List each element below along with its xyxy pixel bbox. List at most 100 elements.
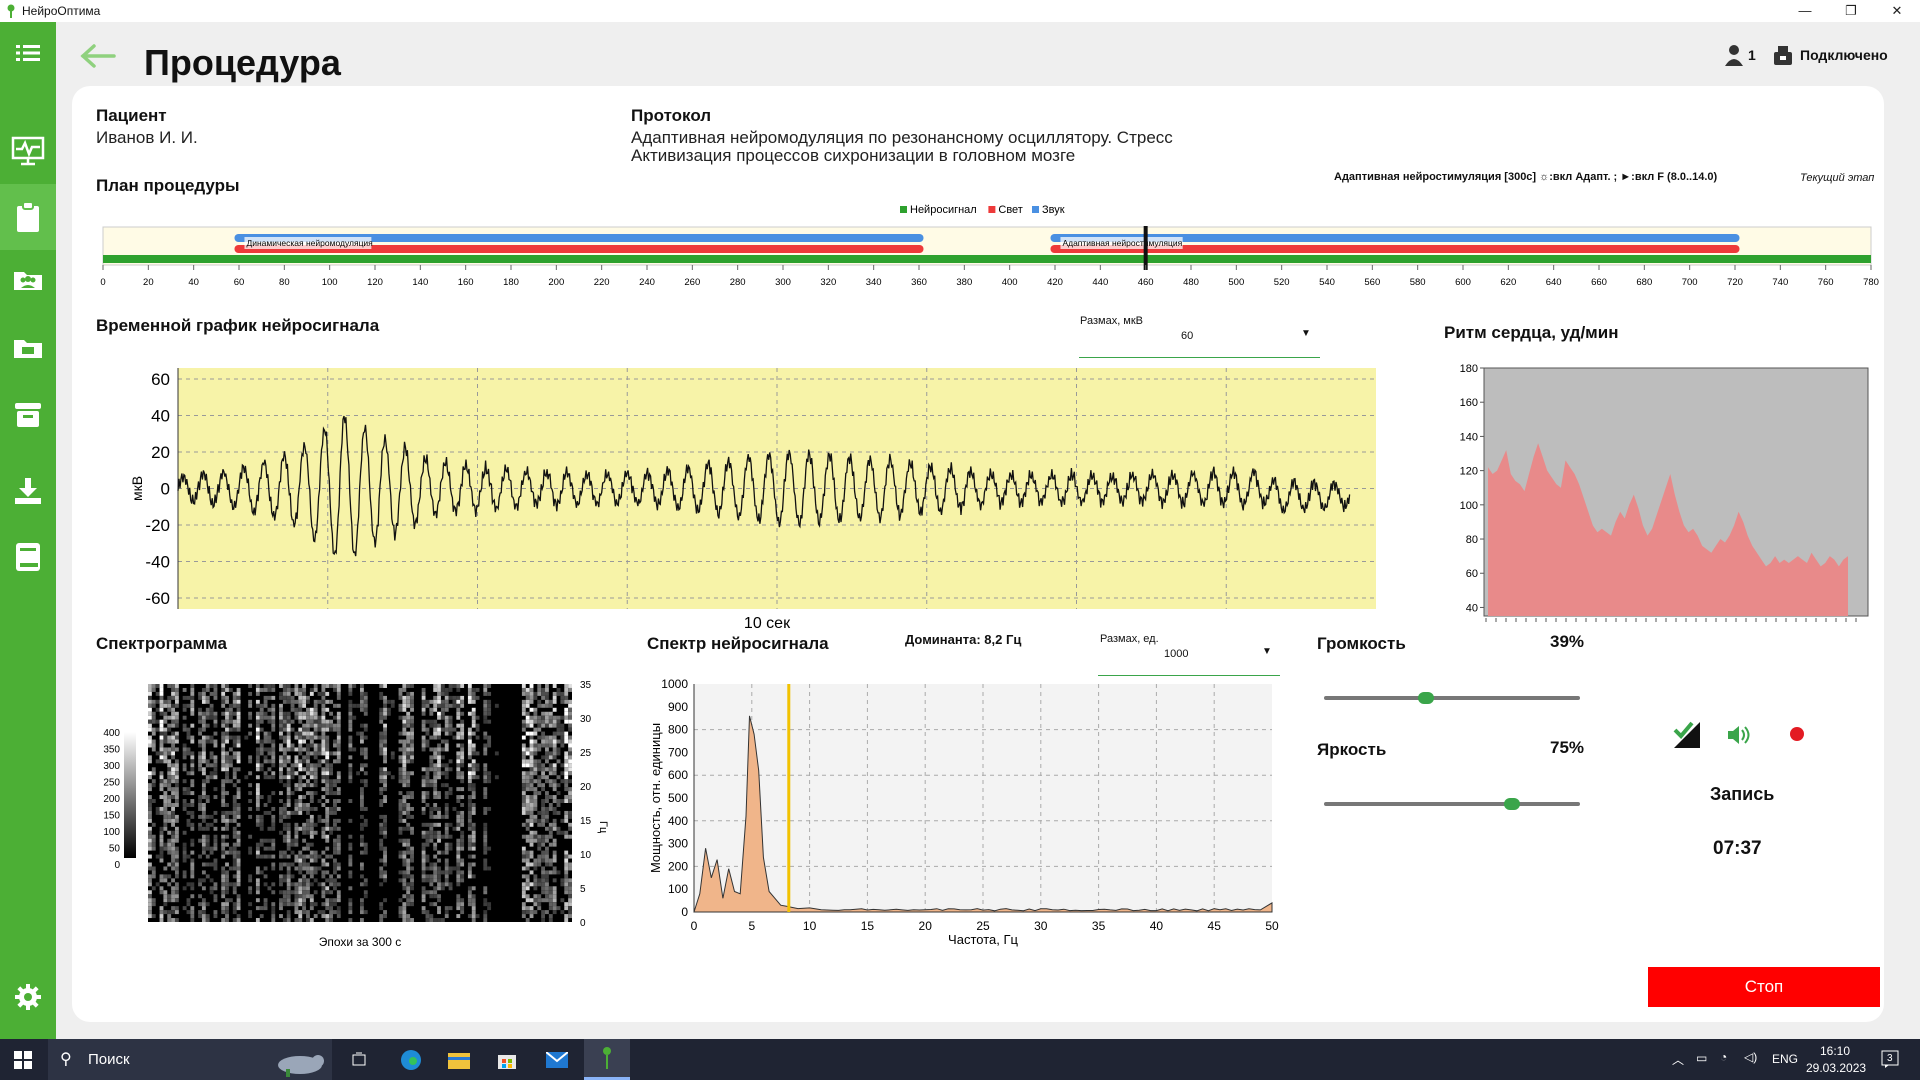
sidebar-item-download[interactable] [0, 464, 56, 518]
spectrogram-cell [325, 735, 330, 740]
spectrogram-cell [309, 715, 314, 720]
spectrogram-cell [186, 747, 191, 752]
chevron-down-icon: ▼ [1262, 646, 1272, 657]
sidebar-item-book[interactable] [0, 530, 56, 584]
store-icon[interactable] [484, 1039, 530, 1080]
spectrogram-cell [456, 759, 461, 764]
spectrogram-cell [271, 910, 276, 915]
spectrogram-cell [425, 914, 430, 919]
spectrogram-cell [236, 850, 241, 855]
spectrogram-cell [267, 719, 272, 724]
spectrogram-cell [255, 870, 260, 875]
windows-start-icon[interactable] [0, 1039, 46, 1080]
spectrogram-cell [286, 870, 291, 875]
timeseries-range-dropdown[interactable]: 60 ▼ [1079, 324, 1320, 358]
spectrogram-cell [213, 771, 218, 776]
notification-icon[interactable]: 3 [1880, 1049, 1900, 1072]
spectrogram-cell [221, 779, 226, 784]
spectrogram-cell [255, 814, 260, 819]
spectrogram-cell [410, 739, 414, 744]
back-arrow-icon[interactable] [80, 44, 116, 73]
spectrogram-cell [333, 751, 337, 756]
spectrogram-cell [255, 854, 260, 859]
spectrogram-cell [363, 735, 368, 740]
spectrogram-cell [456, 723, 461, 728]
spectrogram-cell [159, 739, 164, 744]
spectrogram-cell [313, 703, 318, 708]
sidebar-item-procedure[interactable] [0, 184, 56, 250]
spectrogram-cell [232, 842, 237, 847]
spectrogram-cell [525, 751, 530, 756]
spectrogram-cell [525, 834, 530, 839]
spectrogram-cell [309, 783, 314, 788]
user-count[interactable]: 1 [1724, 44, 1756, 66]
mail-icon[interactable] [534, 1039, 580, 1080]
spectrogram-cell [487, 691, 492, 696]
brightness-slider[interactable] [1324, 796, 1580, 812]
volume-slider[interactable] [1324, 690, 1580, 706]
spectrogram-cell [182, 751, 187, 756]
sidebar-item-folder[interactable] [0, 320, 56, 374]
spectrogram-cell [306, 882, 310, 887]
spectrogram-cell [529, 842, 534, 847]
spectrogram-cell [321, 699, 326, 704]
speaker-icon[interactable] [1726, 724, 1750, 751]
battery-icon[interactable]: ▭ [1696, 1051, 1707, 1065]
spectrogram-cell [560, 743, 565, 748]
spectrogram-cell [282, 850, 287, 855]
spectrogram-cell [236, 898, 241, 903]
spectrogram-cell [336, 703, 341, 708]
sidebar-item-archive[interactable] [0, 388, 56, 442]
spectrogram-cell [545, 695, 549, 700]
stop-button[interactable]: Стоп [1648, 967, 1880, 1007]
spectrogram-cell [167, 810, 172, 815]
menu-icon[interactable] [0, 26, 56, 80]
spectrogram-cell [232, 882, 237, 887]
volume-tray-icon[interactable]: ◁) [1744, 1050, 1757, 1064]
spectrogram-cell [182, 695, 187, 700]
spectrogram-cell [348, 818, 353, 823]
taskbar-search-box[interactable]: ⚲ Поиск [48, 1039, 332, 1080]
spectrogram-cell [421, 707, 426, 712]
connection-status[interactable]: Подключено [1772, 44, 1888, 66]
spectrogram-cell [541, 890, 546, 895]
spectrogram-cell [448, 759, 453, 764]
spectrogram-cell [190, 799, 195, 803]
spectrogram-cell [433, 830, 438, 835]
spectrogram-cell [279, 878, 283, 883]
spectrogram-cell [209, 711, 214, 716]
restore-button[interactable]: ❐ [1828, 0, 1874, 22]
minimize-button[interactable]: — [1782, 0, 1828, 22]
spectrogram-cell [568, 723, 572, 728]
brightness-slider-thumb[interactable] [1504, 798, 1520, 810]
plan-tick-33: 660 [1591, 277, 1607, 288]
spectrogram-cell [306, 743, 310, 748]
close-window-button[interactable]: ✕ [1874, 0, 1920, 22]
spectrogram-cell [167, 850, 172, 855]
spectrogram-cell [309, 771, 314, 776]
spectrogram-cell [429, 838, 434, 843]
sidebar-item-monitor[interactable] [0, 124, 56, 178]
spectrogram-cell [398, 703, 403, 708]
spectrogram-cell [406, 882, 411, 887]
file-explorer-icon[interactable] [436, 1039, 482, 1080]
spectrogram-cell [271, 862, 276, 867]
language-indicator[interactable]: ENG [1772, 1052, 1798, 1066]
spectrogram-cell [360, 699, 364, 704]
edge-browser-icon[interactable] [388, 1039, 434, 1080]
procedure-plan-timeline[interactable]: Нейросигнал Свет ЗвукДинамическая нейромод… [96, 200, 1880, 292]
volume-slider-thumb[interactable] [1417, 692, 1434, 704]
spectrogram-cell [309, 719, 314, 724]
show-hidden-icons[interactable]: ︿ [1672, 1051, 1684, 1068]
settings-gear-icon[interactable] [0, 970, 56, 1024]
neurooptima-taskbar-icon[interactable] [584, 1039, 630, 1080]
signal-check-icon[interactable] [1672, 720, 1702, 755]
spectrogram-cell [541, 914, 546, 919]
sidebar-item-patients[interactable] [0, 252, 56, 306]
network-icon[interactable]: ◔ [1720, 1050, 1727, 1064]
record-icon[interactable] [1790, 727, 1804, 741]
spectrogram-cell [363, 727, 368, 732]
spectrogram-cell [298, 779, 303, 784]
task-view-icon[interactable] [336, 1039, 382, 1080]
spectrogram-cell [552, 906, 557, 911]
